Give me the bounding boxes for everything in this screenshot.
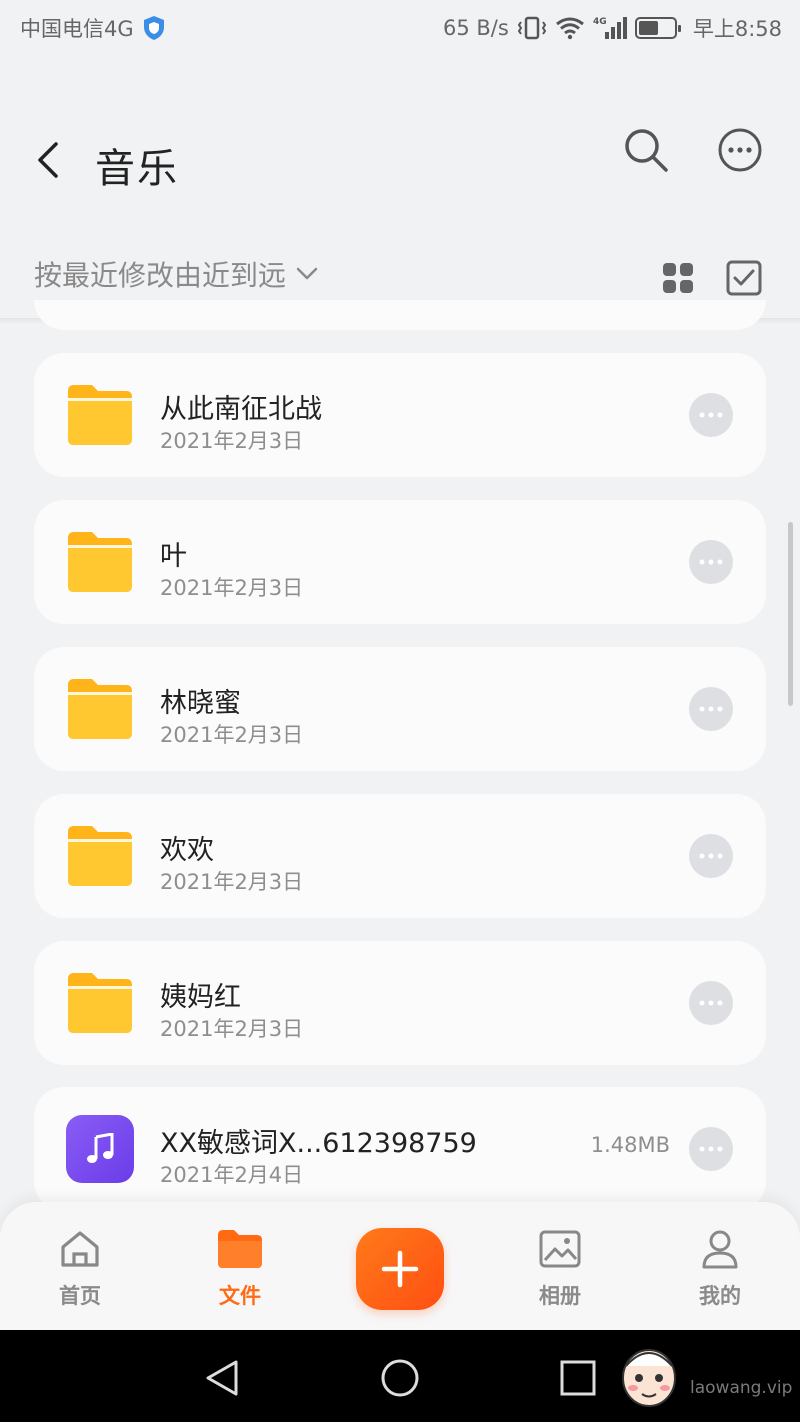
battery-icon xyxy=(634,17,681,39)
nav-label-album: 相册 xyxy=(539,1284,581,1308)
item-date: 2021年2月3日 xyxy=(160,723,304,747)
more-horizontal-icon xyxy=(718,128,762,172)
folder-icon xyxy=(217,1226,263,1272)
nav-label-home: 首页 xyxy=(59,1284,101,1308)
nav-label-profile: 我的 xyxy=(699,1284,741,1308)
screen: 中国电信4G 65 B/s 4G 早上8:58 音乐 按最近修改由近到远 从此南… xyxy=(0,0,800,1422)
more-horizontal-icon xyxy=(699,706,723,712)
more-horizontal-icon xyxy=(699,1146,723,1152)
more-horizontal-icon xyxy=(699,853,723,859)
item-date: 2021年2月3日 xyxy=(160,1017,304,1041)
item-date: 2021年2月3日 xyxy=(160,870,304,894)
back-button[interactable] xyxy=(26,138,70,182)
folder-icon xyxy=(68,679,132,739)
item-name: 姨妈红 xyxy=(160,982,241,1013)
list-item[interactable]: 姨妈红 2021年2月3日 xyxy=(34,941,766,1065)
user-icon xyxy=(697,1226,743,1272)
page-title: 音乐 xyxy=(95,146,179,192)
status-right: 65 B/s 4G 早上8:58 xyxy=(443,13,782,43)
header: 音乐 xyxy=(0,100,800,210)
more-horizontal-icon xyxy=(699,1000,723,1006)
select-button[interactable] xyxy=(724,258,764,298)
item-date: 2021年2月3日 xyxy=(160,429,304,453)
scrollbar[interactable] xyxy=(788,522,793,706)
chevron-down-icon xyxy=(296,267,318,280)
item-name: 从此南征北战 xyxy=(160,394,322,425)
folder-icon xyxy=(68,385,132,445)
net-speed-label: 65 B/s xyxy=(443,16,509,40)
list-item[interactable]: 欢欢 2021年2月3日 xyxy=(34,794,766,918)
battery-level-fill xyxy=(638,21,658,35)
nav-item-album[interactable]: 相册 xyxy=(505,1226,615,1318)
nav-item-profile[interactable]: 我的 xyxy=(665,1226,775,1318)
item-name: 叶 xyxy=(160,541,187,572)
image-icon xyxy=(537,1226,583,1272)
add-button[interactable] xyxy=(356,1228,444,1310)
plus-icon xyxy=(381,1250,419,1288)
status-bar: 中国电信4G 65 B/s 4G 早上8:58 xyxy=(0,0,800,56)
more-options-button[interactable] xyxy=(712,122,768,178)
item-date: 2021年2月4日 xyxy=(160,1163,304,1187)
item-more-button[interactable] xyxy=(689,834,733,878)
system-back-button[interactable] xyxy=(200,1356,244,1400)
nav-item-home[interactable]: 首页 xyxy=(25,1226,135,1318)
music-file-icon xyxy=(66,1115,134,1183)
item-more-button[interactable] xyxy=(689,1127,733,1171)
nav-item-files[interactable]: 文件 xyxy=(185,1226,295,1318)
list-item[interactable]: 林晓蜜 2021年2月3日 xyxy=(34,647,766,771)
item-more-button[interactable] xyxy=(689,393,733,437)
chevron-left-icon xyxy=(38,142,58,178)
bottom-nav: 首页 文件 相册 我的 xyxy=(0,1202,800,1330)
list-item[interactable]: XX敏感词X...612398759 2021年2月4日 1.48MB xyxy=(34,1087,766,1211)
time-label: 早上8:58 xyxy=(692,17,782,41)
item-date: 2021年2月3日 xyxy=(160,576,304,600)
folder-icon xyxy=(68,532,132,592)
list-item[interactable]: 叶 2021年2月3日 xyxy=(34,500,766,624)
shield-icon xyxy=(143,16,164,40)
select-checkbox-icon xyxy=(726,260,762,296)
vibrate-icon xyxy=(517,16,547,40)
status-left: 中国电信4G xyxy=(20,13,166,43)
item-more-button[interactable] xyxy=(689,540,733,584)
more-horizontal-icon xyxy=(699,559,723,565)
system-recents-button[interactable] xyxy=(556,1356,600,1400)
nav-label-files: 文件 xyxy=(219,1284,261,1308)
home-icon xyxy=(57,1226,103,1272)
circle-home-icon xyxy=(381,1359,419,1397)
item-size: 1.48MB xyxy=(590,1133,670,1157)
search-button[interactable] xyxy=(618,122,674,178)
system-home-button[interactable] xyxy=(378,1356,422,1400)
watermark-text: laowang.vip xyxy=(690,1378,793,1398)
triangle-back-icon xyxy=(206,1360,238,1396)
net-type-label: 4G xyxy=(593,17,607,27)
item-more-button[interactable] xyxy=(689,981,733,1025)
wifi-icon xyxy=(555,16,585,40)
watermark-avatar-icon xyxy=(622,1349,676,1407)
search-icon xyxy=(625,129,668,172)
folder-icon xyxy=(68,826,132,886)
grid-view-icon xyxy=(663,263,693,293)
system-nav-bar: laowang.vip xyxy=(0,1330,800,1422)
list-item[interactable]: 从此南征北战 2021年2月3日 xyxy=(34,353,766,477)
music-note-icon xyxy=(87,1133,114,1163)
item-more-button[interactable] xyxy=(689,687,733,731)
more-horizontal-icon xyxy=(699,412,723,418)
grid-view-button[interactable] xyxy=(658,258,698,298)
sort-dropdown[interactable]: 按最近修改由近到远 xyxy=(34,254,318,294)
sort-label: 按最近修改由近到远 xyxy=(34,259,287,292)
signal-icon: 4G xyxy=(593,15,627,41)
item-name: XX敏感词X...612398759 xyxy=(160,1128,477,1159)
square-recents-icon xyxy=(560,1360,596,1396)
carrier-label: 中国电信4G xyxy=(20,17,134,41)
folder-icon xyxy=(68,973,132,1033)
item-name: 欢欢 xyxy=(160,835,214,866)
item-name: 林晓蜜 xyxy=(160,688,241,719)
list-item-partial[interactable] xyxy=(34,300,766,330)
